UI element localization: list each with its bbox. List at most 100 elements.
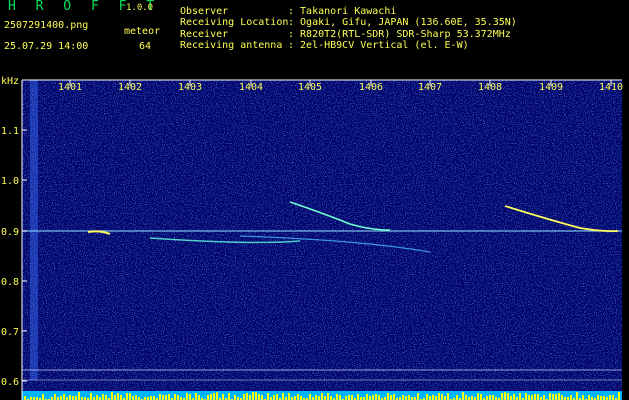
level-spike [243, 394, 245, 400]
level-spike [537, 394, 539, 400]
level-spike [456, 395, 458, 400]
level-spike [330, 396, 332, 400]
level-spike [405, 396, 407, 400]
level-spike [561, 395, 563, 400]
x-tick-label: 1407 [418, 82, 442, 93]
level-spike [174, 394, 176, 400]
level-spike [435, 396, 437, 400]
level-spike [426, 394, 428, 400]
level-spike [462, 392, 464, 400]
x-tick-label: 1402 [118, 82, 142, 93]
level-spike [441, 394, 443, 400]
level-spike [519, 393, 521, 400]
level-spike [129, 393, 131, 400]
level-spike [501, 393, 503, 400]
level-spike [339, 395, 341, 400]
level-spike [96, 395, 98, 400]
level-spike [597, 395, 599, 400]
level-spike [393, 394, 395, 400]
level-spike [309, 394, 311, 400]
spectrogram: 1401 1402 1403 1404 1405 1406 1407 1408 1409 1410… [1, 76, 623, 400]
level-spike [246, 393, 248, 400]
level-spike [369, 396, 371, 400]
level-spike [465, 395, 467, 400]
level-spike [126, 393, 128, 400]
level-spike [486, 396, 488, 400]
level-spike [159, 394, 161, 400]
level-spike [111, 392, 113, 400]
level-spike [510, 396, 512, 400]
level-spike [267, 393, 269, 400]
level-spike [153, 396, 155, 400]
level-spike [234, 395, 236, 400]
level-spike [504, 392, 506, 400]
level-spike [24, 396, 26, 400]
level-spike [372, 395, 374, 400]
x-tick-label: 1404 [239, 82, 263, 93]
level-spike [168, 394, 170, 400]
level-spike [162, 395, 164, 400]
level-spike [552, 394, 554, 400]
level-spike [477, 393, 479, 400]
x-tick-label: 1410 [599, 82, 623, 93]
level-spike [444, 396, 446, 400]
level-spike [75, 396, 77, 400]
level-spike [42, 394, 44, 400]
level-spike [228, 393, 230, 400]
level-spike [603, 396, 605, 400]
level-spike [189, 394, 191, 400]
level-spike [417, 393, 419, 400]
level-spike [165, 395, 167, 400]
x-tick-label: 1401 [58, 82, 82, 93]
level-spike [609, 395, 611, 400]
level-spike [78, 392, 80, 400]
level-spike [60, 396, 62, 400]
y-tick-label: 1.0 [1, 176, 19, 187]
level-spike [378, 395, 380, 400]
level-spike [276, 394, 278, 400]
level-spike [489, 395, 491, 400]
level-spike [345, 396, 347, 400]
level-spike [555, 394, 557, 400]
level-spike [570, 395, 572, 400]
level-spike [480, 394, 482, 400]
level-spike [582, 395, 584, 400]
level-spike [534, 394, 536, 400]
y-tick-label: 1.1 [1, 126, 19, 137]
level-spike [117, 393, 119, 400]
level-spike [618, 392, 620, 400]
level-spike [447, 393, 449, 400]
level-spike [507, 393, 509, 400]
level-spike [390, 395, 392, 400]
level-spike [357, 394, 359, 400]
y-tick-label: 0.7 [1, 327, 19, 338]
level-spike [543, 395, 545, 400]
level-spike [69, 395, 71, 400]
level-spike [105, 395, 107, 400]
level-spike [63, 394, 65, 400]
level-spike [531, 395, 533, 400]
level-spike [282, 393, 284, 400]
interference-column [30, 80, 38, 380]
level-spike [375, 394, 377, 400]
level-spike [471, 396, 473, 400]
level-spike [216, 392, 218, 400]
x-tick-label: 1406 [359, 82, 383, 93]
level-spike [273, 395, 275, 400]
level-spike [255, 392, 257, 400]
level-spike [195, 393, 197, 400]
level-spike [513, 394, 515, 400]
level-spike [249, 395, 251, 400]
level-spike [315, 395, 317, 400]
level-spike [429, 396, 431, 400]
y-tick-label: 0.9 [1, 227, 19, 238]
level-spike [102, 394, 104, 400]
level-spike [54, 394, 56, 400]
level-spike [558, 393, 560, 400]
level-spike [258, 394, 260, 400]
level-spike [300, 396, 302, 400]
level-spike [297, 394, 299, 400]
level-spike [72, 396, 74, 400]
level-spike [402, 395, 404, 400]
level-spike [135, 395, 137, 400]
